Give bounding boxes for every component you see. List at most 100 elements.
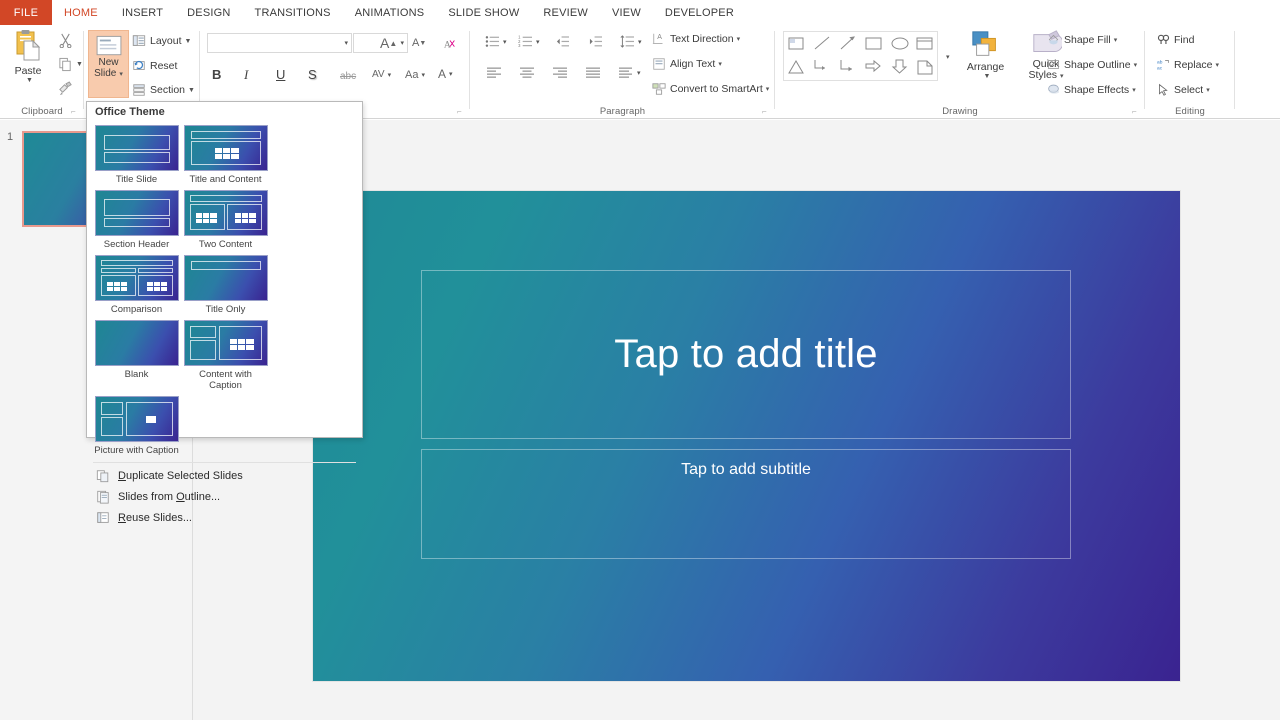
convert-to-smartart-button[interactable]: Convert to SmartArt ▾	[652, 82, 769, 96]
numbering-chevron-down-icon[interactable]: ▾	[536, 38, 540, 46]
layout-option-title-slide[interactable]: Title Slide	[92, 122, 181, 187]
new-slide-chevron-down-icon[interactable]: ▾	[119, 71, 123, 78]
character-spacing-chevron-down-icon[interactable]: ▾	[388, 71, 392, 79]
shapes-gallery-more-button[interactable]: ▾	[943, 53, 950, 61]
arrange-chevron-down-icon[interactable]: ▼	[984, 73, 991, 80]
layout-option-title-only[interactable]: Title Only	[181, 252, 270, 317]
new-slide-button[interactable]: New Slide ▾	[88, 30, 129, 98]
tab-file[interactable]: FILE	[0, 0, 52, 25]
layout-option-comparison[interactable]: Comparison	[92, 252, 181, 317]
underline-button[interactable]: U	[276, 67, 285, 82]
numbering-button[interactable]: 1 2 3 ▾	[518, 35, 540, 48]
decrease-indent-button[interactable]	[555, 35, 570, 48]
slide-canvas[interactable]: Tap to add title Tap to add subtitle	[313, 191, 1180, 681]
reset-button[interactable]: Reset	[132, 59, 177, 73]
shape-effects-chevron-down-icon[interactable]: ▾	[1132, 86, 1136, 94]
clipboard-dialog-launcher[interactable]: ⌐	[71, 107, 80, 116]
grow-font-button[interactable]: A ▲	[380, 35, 397, 51]
section-button[interactable]: Section ▼	[132, 83, 195, 97]
tab-slide-show[interactable]: SLIDE SHOW	[436, 0, 531, 25]
subtitle-placeholder[interactable]: Tap to add subtitle	[421, 449, 1071, 559]
tab-design[interactable]: DESIGN	[175, 0, 242, 25]
new-slide-layout-dropdown[interactable]: Office Theme Title Slide Title and Conte…	[86, 101, 363, 524]
layout-option-content-with-caption[interactable]: Content with Caption	[181, 317, 270, 393]
copy-button[interactable]: ▼	[58, 57, 83, 72]
copy-chevron-down-icon[interactable]: ▼	[76, 61, 83, 68]
text-direction-chevron-down-icon[interactable]: ▾	[737, 35, 741, 43]
title-placeholder[interactable]: Tap to add title	[421, 270, 1071, 439]
shrink-font-button[interactable]: A ▼	[412, 37, 426, 49]
font-name-combo[interactable]: ▾	[207, 33, 352, 53]
layout-option-two-content[interactable]: Two Content	[181, 187, 270, 252]
convert-smartart-chevron-down-icon[interactable]: ▾	[766, 85, 770, 93]
replace-button[interactable]: ab ac Replace ▾	[1157, 58, 1220, 72]
arrange-icon	[970, 29, 1002, 61]
shape-effects-button[interactable]: Shape Effects ▾	[1047, 83, 1136, 96]
paragraph-dialog-launcher[interactable]: ⌐	[762, 107, 771, 116]
tab-transitions[interactable]: TRANSITIONS	[243, 0, 343, 25]
shapes-gallery[interactable]	[783, 31, 938, 81]
replace-chevron-down-icon[interactable]: ▾	[1216, 61, 1220, 69]
chevron-down-icon[interactable]: ▾	[946, 53, 950, 61]
font-color-chevron-down-icon[interactable]: ▾	[449, 70, 453, 78]
arrange-button[interactable]: Arrange ▼	[958, 29, 1013, 80]
increase-indent-button[interactable]	[588, 35, 603, 48]
font-size-chevron-down-icon[interactable]: ▾	[400, 39, 404, 47]
font-dialog-launcher[interactable]: ⌐	[457, 107, 466, 116]
text-shadow-button[interactable]: S	[308, 67, 317, 82]
justify-button[interactable]	[585, 67, 601, 79]
layout-option-blank[interactable]: Blank	[92, 317, 181, 393]
bold-button[interactable]: B	[212, 67, 221, 82]
menu-item-reuse-slides[interactable]: Reuse Slides...	[87, 507, 362, 528]
align-right-button[interactable]	[552, 67, 568, 79]
shape-fill-chevron-down-icon[interactable]: ▾	[1114, 36, 1118, 44]
menu-item-duplicate-selected-slides[interactable]: Duplicate Selected Slides	[87, 465, 362, 486]
columns-chevron-down-icon[interactable]: ▾	[637, 69, 641, 77]
align-left-button[interactable]	[486, 67, 502, 79]
italic-button[interactable]: I	[244, 67, 248, 83]
paste-button[interactable]: Paste ▼	[6, 29, 50, 101]
align-center-button[interactable]	[519, 67, 535, 79]
tab-insert[interactable]: INSERT	[110, 0, 175, 25]
bullets-chevron-down-icon[interactable]: ▾	[503, 38, 507, 46]
layout-option-section-header[interactable]: Section Header	[92, 187, 181, 252]
bullets-button[interactable]: ▾	[485, 35, 507, 48]
select-button[interactable]: Select ▾	[1157, 83, 1210, 96]
layout-button[interactable]: Layout ▼	[132, 34, 191, 48]
line-spacing-chevron-down-icon[interactable]: ▾	[638, 38, 642, 46]
select-chevron-down-icon[interactable]: ▾	[1206, 86, 1210, 94]
columns-button[interactable]: ▾	[618, 67, 641, 79]
change-case-chevron-down-icon[interactable]: ▾	[421, 71, 425, 79]
section-chevron-down-icon[interactable]: ▼	[188, 87, 195, 94]
layout-label-content-with-caption: Content with Caption	[199, 369, 252, 391]
find-button[interactable]: Find	[1157, 33, 1194, 46]
clear-formatting-button[interactable]: A	[443, 37, 457, 51]
layout-chevron-down-icon[interactable]: ▼	[185, 38, 192, 45]
shape-outline-chevron-down-icon[interactable]: ▾	[1134, 61, 1138, 69]
drawing-dialog-launcher[interactable]: ⌐	[1132, 107, 1141, 116]
change-case-button[interactable]: Aa ▾	[405, 69, 425, 81]
font-color-button[interactable]: A ▾	[438, 67, 453, 81]
layout-option-title-and-content[interactable]: Title and Content	[181, 122, 270, 187]
align-text-button[interactable]: Align Text ▾	[652, 57, 722, 71]
paste-chevron-down-icon[interactable]: ▼	[26, 77, 33, 84]
layout-option-picture-with-caption[interactable]: Picture with Caption	[92, 393, 181, 458]
cut-button[interactable]	[58, 33, 73, 48]
strikethrough-button[interactable]: abc	[340, 71, 356, 82]
tab-review[interactable]: REVIEW	[531, 0, 600, 25]
tab-developer[interactable]: DEVELOPER	[653, 0, 746, 25]
character-spacing-button[interactable]: AV ▾	[372, 69, 391, 80]
section-icon	[132, 83, 146, 97]
align-text-chevron-down-icon[interactable]: ▾	[718, 60, 722, 68]
tab-view[interactable]: VIEW	[600, 0, 653, 25]
line-spacing-button[interactable]: ▾	[620, 35, 642, 48]
menu-item-slides-from-outline[interactable]: Slides from Outline...	[87, 486, 362, 507]
shape-fill-button[interactable]: Shape Fill ▾	[1047, 33, 1117, 46]
tab-home[interactable]: HOME	[52, 0, 110, 25]
text-direction-button[interactable]: A Text Direction ▾	[652, 32, 740, 46]
font-name-chevron-down-icon[interactable]: ▾	[344, 39, 348, 47]
tab-animations[interactable]: ANIMATIONS	[343, 0, 437, 25]
format-painter-button[interactable]	[58, 81, 73, 96]
shape-outline-button[interactable]: Shape Outline ▾	[1047, 58, 1137, 71]
quick-styles-chevron-down-icon[interactable]: ▾	[1060, 73, 1064, 80]
